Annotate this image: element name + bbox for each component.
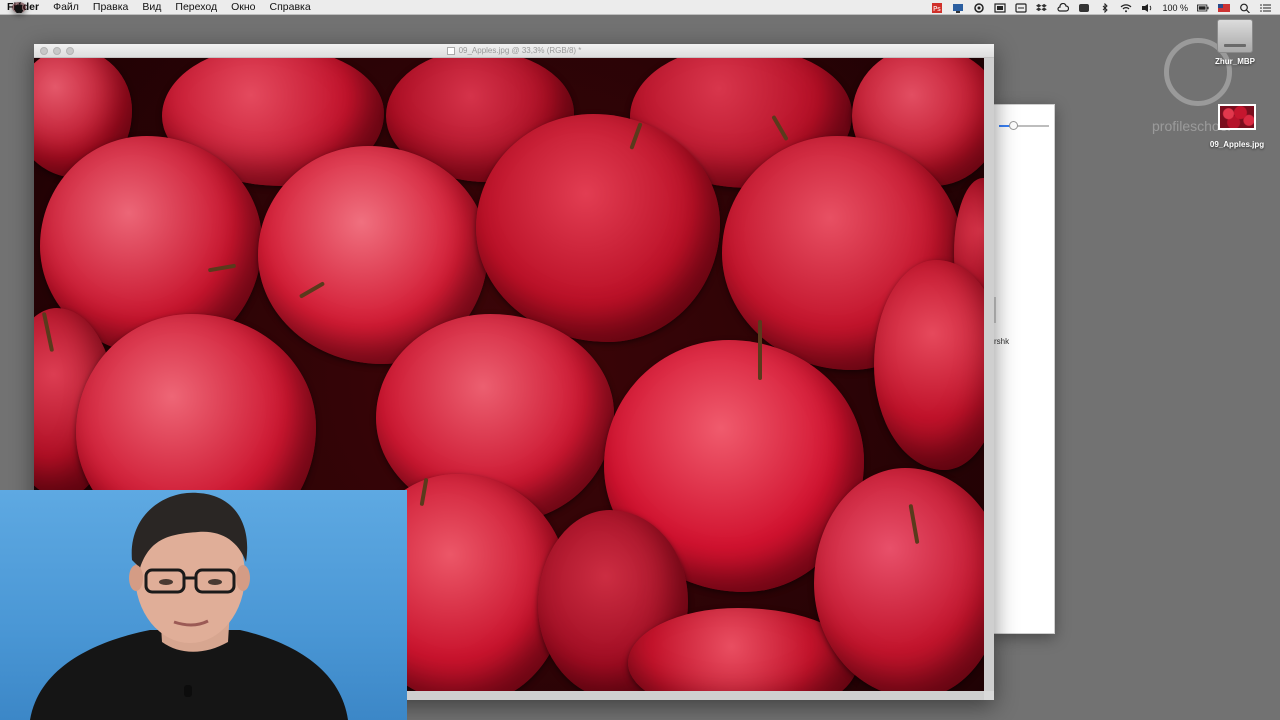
adobe-icon[interactable]: Ps [931, 2, 943, 13]
document-icon [446, 46, 455, 55]
battery-icon[interactable] [1197, 3, 1209, 13]
desktop-file-icon[interactable]: 09_Apples.jpg [1204, 104, 1270, 149]
close-button[interactable] [40, 47, 48, 55]
menu-file[interactable]: Файл [46, 0, 86, 15]
document-titlebar[interactable]: 09_Apples.jpg @ 33,3% (RGB/8) * [34, 44, 994, 58]
search-icon[interactable] [1239, 3, 1251, 13]
notification-center-icon[interactable] [1260, 3, 1272, 13]
hard-drive-icon [1217, 19, 1253, 53]
menu-edit[interactable]: Правка [86, 0, 135, 15]
presenter-video [30, 492, 348, 720]
panel-divider[interactable] [994, 297, 996, 323]
minimize-button[interactable] [53, 47, 61, 55]
window-icon[interactable] [994, 2, 1007, 13]
zoom-slider[interactable] [999, 121, 1049, 130]
apple-stem [758, 320, 762, 380]
apple-image [814, 468, 984, 691]
document-title: 09_Apples.jpg @ 33,3% (RGB/8) * [458, 46, 582, 55]
cloud-icon[interactable] [1057, 2, 1070, 13]
partial-text: rshk [994, 337, 1010, 346]
sync-icon[interactable] [973, 2, 985, 13]
volume-icon[interactable] [1141, 3, 1153, 13]
menu-bar: Finder Файл Правка Вид Переход Окно Спра… [0, 0, 1280, 15]
status-area: Ps 100 % [931, 0, 1272, 15]
app-icon[interactable] [1078, 3, 1090, 13]
display-icon[interactable] [952, 3, 964, 13]
background-window[interactable]: rshk [992, 104, 1055, 634]
flag-icon[interactable] [1218, 3, 1230, 13]
webcam-overlay [0, 490, 407, 720]
file-label: 09_Apples.jpg [1209, 140, 1265, 149]
vertical-scrollbar[interactable] [984, 58, 994, 691]
wifi-icon[interactable] [1120, 3, 1132, 13]
menu-help[interactable]: Справка [263, 0, 318, 15]
menu-window[interactable]: Окно [224, 0, 262, 15]
apple-image [874, 260, 984, 470]
drive-label: Zhur_MBP [1215, 57, 1255, 66]
apple-image [476, 114, 720, 342]
bluetooth-icon[interactable] [1099, 2, 1111, 13]
menu-view[interactable]: Вид [135, 0, 168, 15]
slider-knob[interactable] [1009, 121, 1018, 130]
desktop-drive-icon[interactable]: Zhur_MBP [1204, 19, 1266, 66]
apple-logo-icon[interactable] [12, 1, 26, 13]
window-controls [40, 47, 74, 55]
dropbox-icon[interactable] [1036, 3, 1048, 13]
tasks-icon[interactable] [1015, 2, 1028, 13]
svg-text:Ps: Ps [933, 5, 941, 13]
zoom-button[interactable] [66, 47, 74, 55]
menu-go[interactable]: Переход [168, 0, 224, 15]
image-thumbnail-icon [1218, 104, 1256, 130]
battery-text: 100 % [1162, 2, 1188, 13]
